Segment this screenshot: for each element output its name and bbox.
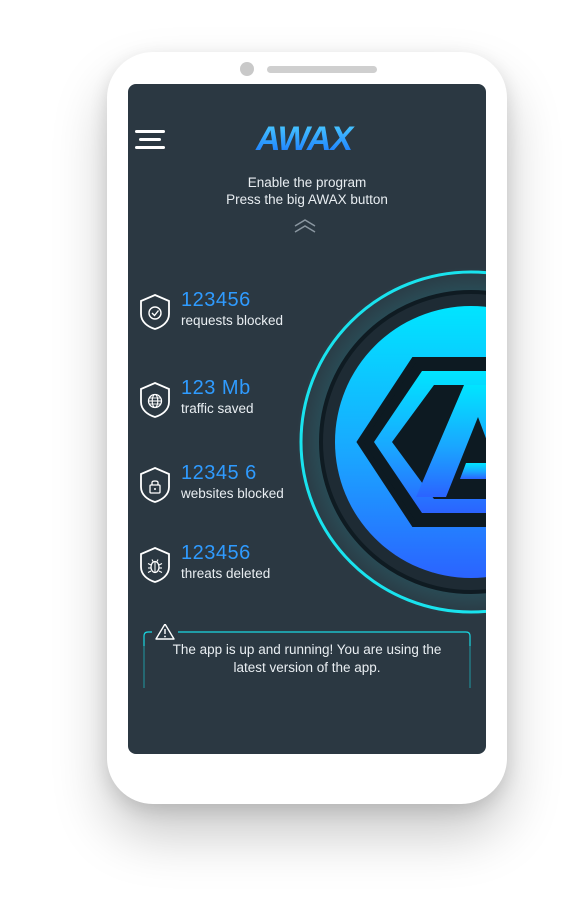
stat-label: requests blocked — [181, 313, 284, 328]
stat-value: 12345 6 — [181, 462, 257, 484]
shield-globe-icon — [140, 382, 170, 418]
status-message-line-1: The app is up and running! You are using… — [172, 642, 442, 657]
shield-bug-icon — [140, 547, 170, 583]
hint-text-line-1: Enable the program — [247, 175, 367, 190]
stat-websites-blocked: 12345 6 websites blocked — [138, 462, 318, 510]
stat-label: threats deleted — [181, 566, 271, 581]
front-camera — [240, 62, 254, 76]
hamburger-menu-icon[interactable] — [135, 128, 167, 150]
app-screen: AWAX Enable the program Press the big AW… — [128, 84, 486, 754]
stat-value: 123456 — [181, 289, 251, 311]
hint-text-line-2: Press the big AWAX button — [226, 192, 388, 207]
stat-label: traffic saved — [181, 401, 254, 416]
status-message: The app is up and running! You are using… — [140, 641, 474, 677]
earpiece-speaker — [267, 66, 377, 73]
stat-requests-blocked: 123456 requests blocked — [138, 289, 318, 337]
status-message-line-2: latest version of the app. — [233, 660, 381, 675]
shield-lock-icon — [140, 467, 170, 503]
warning-triangle-icon — [155, 624, 175, 640]
awax-power-button[interactable] — [296, 267, 486, 617]
shield-check-icon — [140, 294, 170, 330]
stat-label: websites blocked — [181, 486, 284, 501]
stat-threats-deleted: 123456 threats deleted — [138, 542, 318, 590]
phone-frame: AWAX Enable the program Press the big AW… — [107, 52, 507, 804]
stat-value: 123 Mb — [181, 377, 251, 399]
logo-text: AWAX — [255, 120, 355, 158]
stat-value: 123456 — [181, 542, 251, 564]
stat-traffic-saved: 123 Mb traffic saved — [138, 377, 318, 425]
double-chevron-up-icon[interactable] — [293, 219, 317, 233]
app-logo: AWAX — [255, 120, 356, 158]
